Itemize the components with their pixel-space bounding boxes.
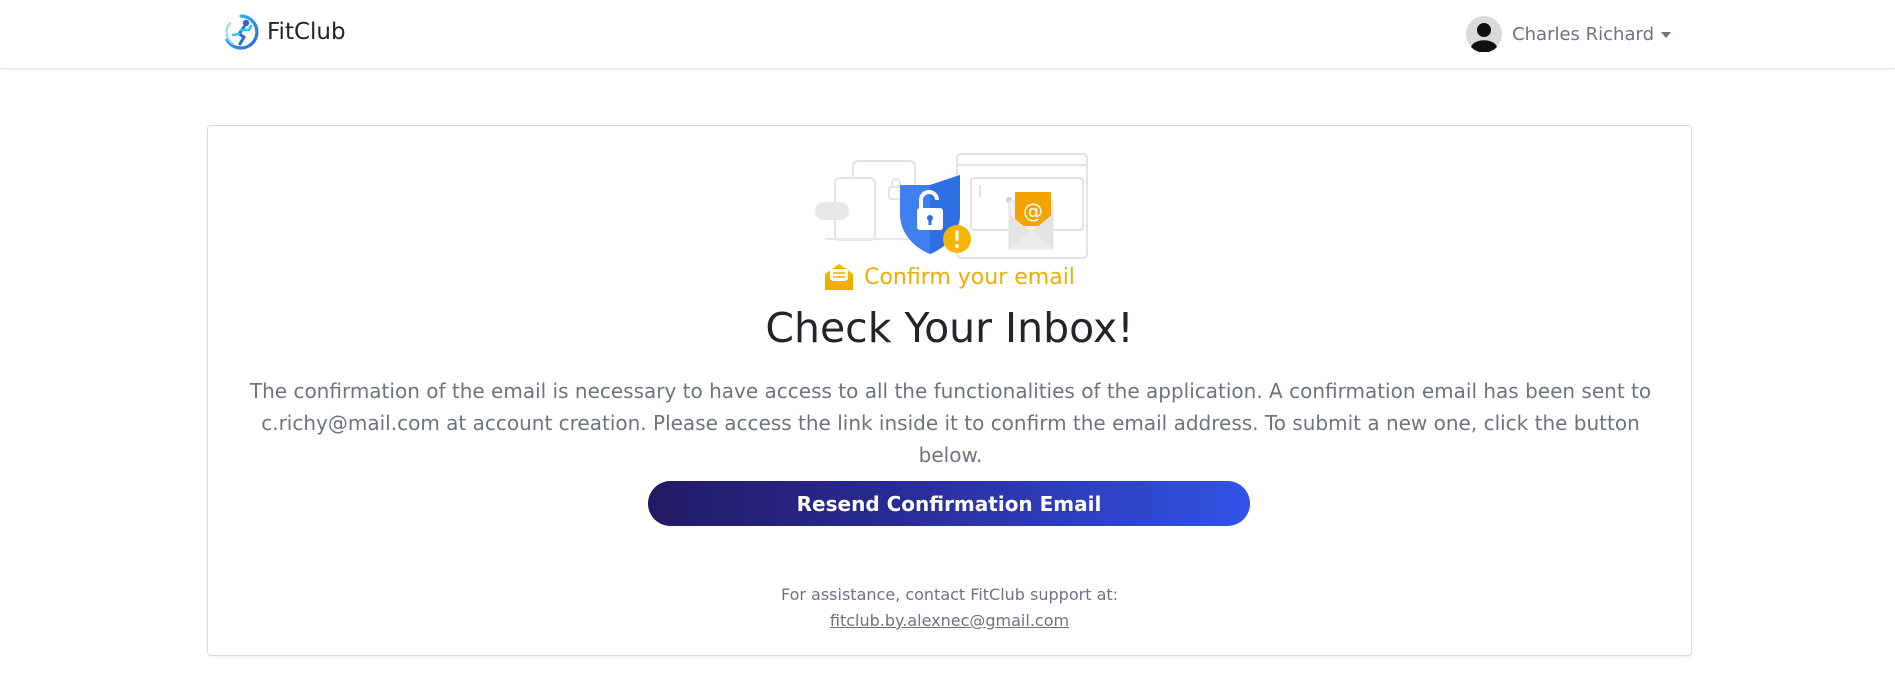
confirm-email-eyebrow: Confirm your email [208,263,1691,291]
resend-confirmation-button[interactable]: Resend Confirmation Email [648,481,1250,526]
user-name: Charles Richard [1512,23,1654,45]
envelope-open-icon [825,264,854,290]
support-section: For assistance, contact FitClub support … [208,582,1691,634]
fitclub-runner-logo-icon [225,14,259,50]
support-email-link[interactable]: fitclub.by.alexnec@gmail.com [830,611,1069,630]
confirm-email-label: Confirm your email [864,264,1075,290]
brand-name: FitClub [267,19,346,45]
confirm-email-card: @ Confirm your email Check Your Inbox! T… [207,125,1692,656]
svg-text:@: @ [1023,199,1043,223]
confirmation-description: The confirmation of the email is necessa… [249,379,1652,467]
page-title: Check Your Inbox! [765,304,1134,352]
user-avatar-icon [1466,16,1503,52]
top-navbar: FitClub Charles Richard [0,0,1895,69]
user-menu-dropdown[interactable]: Charles Richard [1466,15,1671,53]
caret-down-icon [1661,31,1671,38]
brand-home-link[interactable]: FitClub [222,13,346,51]
security-email-illustration: @ [815,153,1088,259]
support-text: For assistance, contact FitClub support … [780,585,1119,604]
